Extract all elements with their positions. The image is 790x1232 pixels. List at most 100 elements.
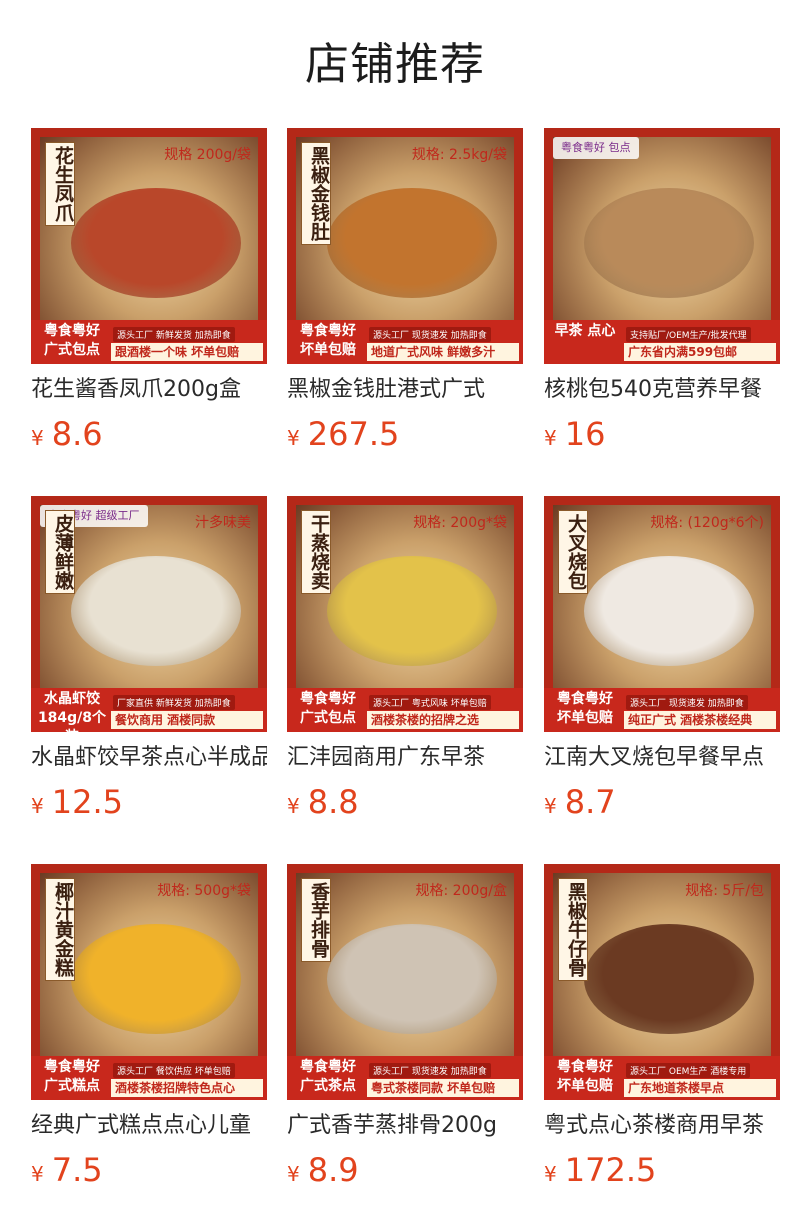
brand-label: 粤食粤好 坏单包赔 — [300, 323, 356, 358]
product-name[interactable]: 粤式点心茶楼商用早茶 — [544, 1111, 780, 1141]
product-price: ¥12.5 — [31, 782, 123, 822]
currency-symbol: ¥ — [544, 1162, 557, 1186]
product-image[interactable]: 粤食粤好 超级工厂 皮薄鲜嫩 汁多味美 水晶虾饺184g/8个装 厂家直供 新鲜… — [31, 496, 267, 732]
food-photo — [327, 924, 497, 1034]
food-photo — [584, 556, 754, 666]
product-name[interactable]: 核桃包540克营养早餐 — [544, 375, 780, 405]
promo-tagline: 源头工厂 现货速发 加热即食 — [626, 695, 748, 710]
currency-symbol: ¥ — [287, 1162, 300, 1186]
product-price: ¥172.5 — [544, 1150, 656, 1190]
promo-tagline: 厂家直供 新鲜发货 加热即食 — [113, 695, 235, 710]
price-value: 267.5 — [307, 415, 400, 453]
brand-label: 水晶虾饺184g/8个装 — [37, 691, 107, 732]
product-image[interactable]: 黑椒金钱肚 规格: 2.5kg/袋 粤食粤好 坏单包赔 源头工厂 现货速发 加热… — [287, 128, 523, 364]
brand-badge: 粤食粤好 包点 — [553, 137, 639, 159]
product-name[interactable]: 花生酱香凤爪200g盒 — [31, 375, 267, 405]
product-image[interactable]: 香芋排骨 规格: 200g/盒 粤食粤好 广式茶点 源头工厂 现货速发 加热即食… — [287, 864, 523, 1100]
promo-tagline: 源头工厂 现货速发 加热即食 — [369, 1063, 491, 1078]
price-value: 16 — [564, 415, 606, 453]
brand-label: 粤食粤好 广式茶点 — [300, 1059, 356, 1094]
promo-tagline: 源头工厂 粤式风味 坏单包赔 — [369, 695, 491, 710]
product-price: ¥8.9 — [287, 1150, 359, 1190]
spec-label: 规格: (120g*6个) — [650, 515, 764, 531]
brand-label: 粤食粤好 广式包点 — [300, 691, 356, 726]
currency-symbol: ¥ — [31, 794, 44, 818]
product-card[interactable]: 黑椒金钱肚 规格: 2.5kg/袋 粤食粤好 坏单包赔 源头工厂 现货速发 加热… — [287, 128, 523, 496]
product-card[interactable]: 香芋排骨 规格: 200g/盒 粤食粤好 广式茶点 源头工厂 现货速发 加热即食… — [287, 864, 523, 1232]
brand-label: 粤食粤好 广式糕点 — [44, 1059, 100, 1094]
food-photo — [327, 188, 497, 298]
dish-name-label: 干蒸烧卖 — [301, 510, 331, 594]
product-image[interactable]: 椰汁黄金糕 规格: 500g*袋 粤食粤好 广式糕点 源头工厂 餐饮供应 坏单包… — [31, 864, 267, 1100]
dish-name-label: 皮薄鲜嫩 — [45, 510, 75, 594]
currency-symbol: ¥ — [31, 426, 44, 450]
section-title: 店铺推荐 — [305, 39, 485, 90]
promo-slogan: 酒楼茶楼的招牌之选 — [367, 711, 519, 729]
promo-tagline: 源头工厂 新鲜发货 加热即食 — [113, 327, 235, 342]
product-image[interactable]: 干蒸烧卖 规格: 200g*袋 粤食粤好 广式包点 源头工厂 粤式风味 坏单包赔… — [287, 496, 523, 732]
product-card[interactable]: 粤食粤好 超级工厂 皮薄鲜嫩 汁多味美 水晶虾饺184g/8个装 厂家直供 新鲜… — [31, 496, 267, 864]
product-card[interactable]: 椰汁黄金糕 规格: 500g*袋 粤食粤好 广式糕点 源头工厂 餐饮供应 坏单包… — [31, 864, 267, 1232]
product-name[interactable]: 水晶虾饺早茶点心半成品 — [31, 743, 267, 773]
product-card[interactable]: 黑椒牛仔骨 规格: 5斤/包 粤食粤好 坏单包赔 源头工厂 OEM生产 酒楼专用… — [544, 864, 780, 1232]
product-grid: 花生凤爪 规格 200g/袋 粤食粤好 广式包点 源头工厂 新鲜发货 加热即食 … — [31, 128, 780, 1232]
price-value: 8.7 — [564, 783, 616, 821]
currency-symbol: ¥ — [287, 426, 300, 450]
price-value: 8.9 — [307, 1151, 359, 1189]
food-photo — [584, 188, 754, 298]
dish-name-label: 黑椒金钱肚 — [301, 142, 331, 245]
promo-tagline: 源头工厂 餐饮供应 坏单包赔 — [113, 1063, 235, 1078]
spec-label: 规格: 2.5kg/袋 — [411, 147, 507, 163]
spec-label: 汁多味美 — [195, 515, 251, 531]
promo-slogan: 酒楼茶楼招牌特色点心 — [111, 1079, 263, 1097]
promo-slogan: 跟酒楼一个味 坏单包赔 — [111, 343, 263, 361]
product-card[interactable]: 干蒸烧卖 规格: 200g*袋 粤食粤好 广式包点 源头工厂 粤式风味 坏单包赔… — [287, 496, 523, 864]
spec-label: 规格: 5斤/包 — [685, 883, 764, 899]
brand-label: 粤食粤好 广式包点 — [44, 323, 100, 358]
dish-name-label: 椰汁黄金糕 — [45, 878, 75, 981]
product-name[interactable]: 汇沣园商用广东早茶 — [287, 743, 523, 773]
product-name[interactable]: 黑椒金钱肚港式广式 — [287, 375, 523, 405]
product-price: ¥16 — [544, 414, 605, 454]
product-card[interactable]: 大叉烧包 规格: (120g*6个) 粤食粤好 坏单包赔 源头工厂 现货速发 加… — [544, 496, 780, 864]
currency-symbol: ¥ — [544, 426, 557, 450]
brand-label: 早茶 点心 — [554, 323, 616, 339]
product-image[interactable]: 粤食粤好 包点 早茶 点心 支持贴厂/OEM生产/批发代理 广东省内满599包邮 — [544, 128, 780, 364]
product-card[interactable]: 花生凤爪 规格 200g/袋 粤食粤好 广式包点 源头工厂 新鲜发货 加热即食 … — [31, 128, 267, 496]
product-card[interactable]: 粤食粤好 包点 早茶 点心 支持贴厂/OEM生产/批发代理 广东省内满599包邮… — [544, 128, 780, 496]
product-price: ¥267.5 — [287, 414, 399, 454]
product-name[interactable]: 广式香芋蒸排骨200g — [287, 1111, 523, 1141]
promo-tagline: 源头工厂 现货速发 加热即食 — [369, 327, 491, 342]
price-value: 8.6 — [51, 415, 103, 453]
food-photo — [327, 556, 497, 666]
promo-tagline: 源头工厂 OEM生产 酒楼专用 — [626, 1063, 751, 1078]
price-value: 7.5 — [51, 1151, 103, 1189]
food-photo — [71, 556, 241, 666]
promo-slogan: 粤式茶楼同款 坏单包赔 — [367, 1079, 519, 1097]
product-name[interactable]: 经典广式糕点点心儿童 — [31, 1111, 267, 1141]
currency-symbol: ¥ — [31, 1162, 44, 1186]
spec-label: 规格: 200g/盒 — [415, 883, 508, 899]
product-image[interactable]: 黑椒牛仔骨 规格: 5斤/包 粤食粤好 坏单包赔 源头工厂 OEM生产 酒楼专用… — [544, 864, 780, 1100]
promo-slogan: 广东地道茶楼早点 — [624, 1079, 776, 1097]
product-price: ¥7.5 — [31, 1150, 103, 1190]
price-value: 172.5 — [564, 1151, 657, 1189]
product-name[interactable]: 江南大叉烧包早餐早点 — [544, 743, 780, 773]
product-image[interactable]: 花生凤爪 规格 200g/袋 粤食粤好 广式包点 源头工厂 新鲜发货 加热即食 … — [31, 128, 267, 364]
product-price: ¥8.6 — [31, 414, 103, 454]
dish-name-label: 黑椒牛仔骨 — [558, 878, 588, 981]
brand-label: 粤食粤好 坏单包赔 — [557, 691, 613, 726]
promo-slogan: 餐饮商用 酒楼同款 — [111, 711, 263, 729]
brand-label: 粤食粤好 坏单包赔 — [557, 1059, 613, 1094]
spec-label: 规格 200g/袋 — [164, 147, 251, 163]
promo-slogan: 地道广式风味 鲜嫩多汁 — [367, 343, 519, 361]
price-value: 8.8 — [307, 783, 359, 821]
food-photo — [584, 924, 754, 1034]
dish-name-label: 大叉烧包 — [558, 510, 588, 594]
food-photo — [71, 924, 241, 1034]
dish-name-label: 香芋排骨 — [301, 878, 331, 962]
promo-tagline: 支持贴厂/OEM生产/批发代理 — [626, 327, 751, 342]
product-image[interactable]: 大叉烧包 规格: (120g*6个) 粤食粤好 坏单包赔 源头工厂 现货速发 加… — [544, 496, 780, 732]
spec-label: 规格: 200g*袋 — [413, 515, 507, 531]
product-price: ¥8.7 — [544, 782, 616, 822]
